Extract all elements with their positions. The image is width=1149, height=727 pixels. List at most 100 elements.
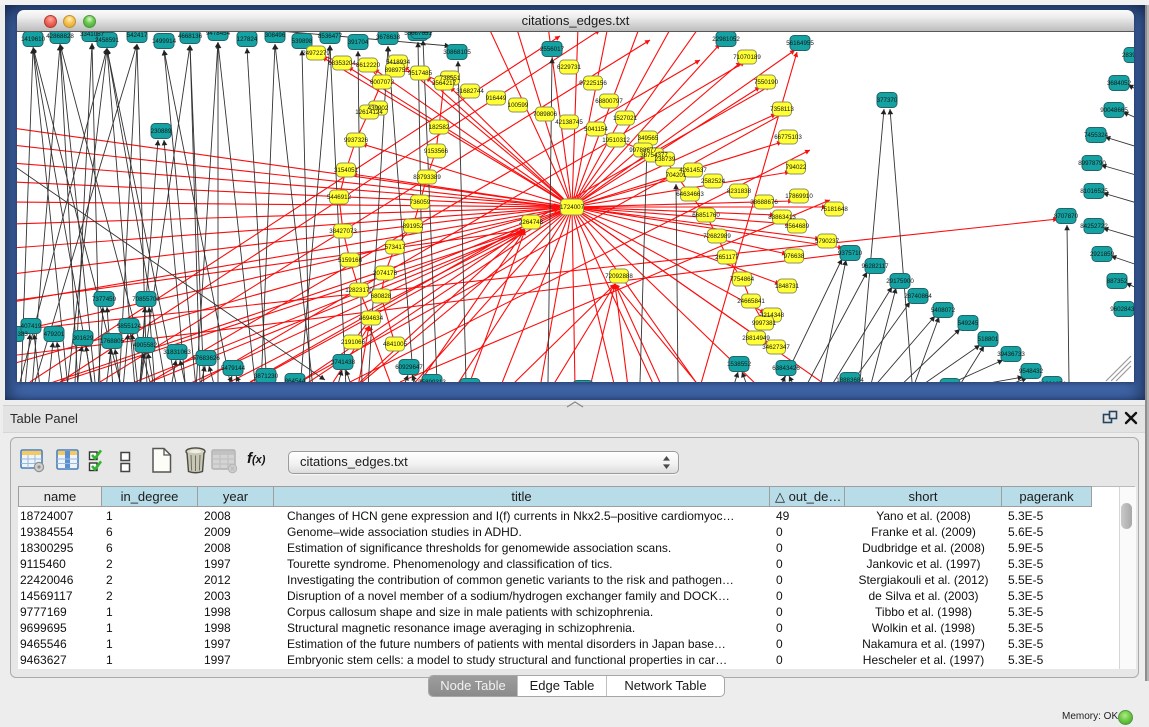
svg-text:84252722: 84252722 xyxy=(1080,223,1108,230)
svg-text:407419: 407419 xyxy=(21,323,42,330)
svg-text:539898: 539898 xyxy=(292,38,313,45)
svg-text:72092888: 72092888 xyxy=(605,273,633,280)
svg-text:887352: 887352 xyxy=(1107,278,1128,285)
svg-text:42138745: 42138745 xyxy=(555,119,583,126)
svg-text:573417: 573417 xyxy=(385,244,406,251)
svg-text:12614124: 12614124 xyxy=(355,109,383,116)
svg-text:549245: 549245 xyxy=(958,320,979,327)
svg-text:66851760: 66851760 xyxy=(692,212,720,219)
svg-text:238739: 238739 xyxy=(655,156,676,163)
svg-text:4694634: 4694634 xyxy=(359,315,384,322)
svg-text:230889: 230889 xyxy=(151,128,172,135)
svg-text:83793389: 83793389 xyxy=(413,174,441,181)
svg-text:5408072: 5408072 xyxy=(931,307,956,314)
svg-text:9937326: 9937326 xyxy=(344,137,369,144)
svg-text:68800797: 68800797 xyxy=(595,98,623,105)
svg-text:377370: 377370 xyxy=(877,97,898,104)
svg-text:64634663: 64634663 xyxy=(676,191,704,198)
svg-text:66775103: 66775103 xyxy=(774,134,802,141)
svg-text:3741438: 3741438 xyxy=(331,359,356,366)
svg-text:1419610: 1419610 xyxy=(21,36,46,43)
svg-text:680828: 680828 xyxy=(371,293,392,300)
svg-text:2839607: 2839607 xyxy=(1122,52,1134,59)
svg-text:736059: 736059 xyxy=(410,199,431,206)
svg-text:5418934: 5418934 xyxy=(386,59,411,66)
svg-text:3678638: 3678638 xyxy=(376,34,401,41)
svg-text:56164955: 56164955 xyxy=(786,40,814,47)
svg-text:794022: 794022 xyxy=(786,164,807,171)
svg-text:8707870: 8707870 xyxy=(1054,213,1079,220)
svg-text:68353204: 68353204 xyxy=(328,60,356,67)
svg-text:5041154: 5041154 xyxy=(584,126,608,133)
svg-text:29175900: 29175900 xyxy=(886,278,914,285)
svg-text:349565: 349565 xyxy=(638,135,659,142)
svg-text:3684052: 3684052 xyxy=(1107,80,1132,87)
svg-text:2564689: 2564689 xyxy=(785,223,810,230)
svg-text:542417: 542417 xyxy=(127,32,148,39)
svg-text:9997381: 9997381 xyxy=(752,320,777,327)
svg-text:30868105: 30868105 xyxy=(443,49,471,56)
svg-text:20576383: 20576383 xyxy=(17,331,28,338)
svg-text:22201654: 22201654 xyxy=(1038,381,1066,382)
svg-text:891952: 891952 xyxy=(403,223,424,230)
svg-text:6007072: 6007072 xyxy=(370,79,395,86)
svg-text:127824: 127824 xyxy=(237,36,258,43)
svg-text:70855700: 70855700 xyxy=(132,296,160,303)
svg-text:4214348: 4214348 xyxy=(760,312,785,319)
svg-text:18883684: 18883684 xyxy=(836,377,864,382)
svg-text:2074176: 2074176 xyxy=(373,270,398,277)
svg-text:24972279: 24972279 xyxy=(302,50,330,57)
svg-text:39436733: 39436733 xyxy=(997,351,1025,358)
svg-text:83863413: 83863413 xyxy=(768,214,796,221)
svg-text:2556017: 2556017 xyxy=(540,46,565,53)
svg-text:898975: 898975 xyxy=(385,67,406,74)
svg-text:8612220: 8612220 xyxy=(356,62,381,69)
svg-text:9517485: 9517485 xyxy=(408,70,433,77)
svg-text:1538552: 1538552 xyxy=(727,361,752,368)
svg-text:28740864: 28740864 xyxy=(904,293,932,300)
svg-text:42868828: 42868828 xyxy=(46,33,74,40)
svg-text:3871230: 3871230 xyxy=(254,373,279,380)
svg-text:97225156: 97225156 xyxy=(579,80,607,87)
svg-text:4668136: 4668136 xyxy=(178,33,203,40)
svg-text:7550190: 7550190 xyxy=(754,79,779,86)
svg-text:2458591: 2458591 xyxy=(95,37,120,44)
svg-text:5446912: 5446912 xyxy=(327,194,352,201)
svg-text:19510312: 19510312 xyxy=(602,137,630,144)
svg-text:75181648: 75181648 xyxy=(820,206,848,213)
svg-text:9375710: 9375710 xyxy=(838,250,863,257)
svg-text:63843426: 63843426 xyxy=(772,365,800,372)
svg-text:2651177: 2651177 xyxy=(715,254,739,261)
svg-text:7089806: 7089806 xyxy=(533,111,558,118)
svg-text:7455324: 7455324 xyxy=(1084,132,1109,139)
svg-text:31682744: 31682744 xyxy=(456,88,484,95)
svg-text:391704: 391704 xyxy=(348,39,369,46)
svg-text:3564217: 3564217 xyxy=(432,80,457,87)
svg-text:3154051: 3154051 xyxy=(334,167,359,174)
svg-text:8536477: 8536477 xyxy=(318,33,343,40)
svg-text:60929647: 60929647 xyxy=(395,364,423,371)
svg-text:6229731: 6229731 xyxy=(557,64,582,71)
svg-text:22981052: 22981052 xyxy=(712,36,740,43)
svg-text:96282117: 96282117 xyxy=(861,263,889,270)
svg-text:31831063: 31831063 xyxy=(163,349,191,356)
svg-text:57683626: 57683626 xyxy=(192,355,220,362)
svg-text:2191066: 2191066 xyxy=(341,339,366,346)
svg-text:42614537: 42614537 xyxy=(679,167,707,174)
svg-text:1768805: 1768805 xyxy=(100,338,125,345)
svg-text:479201: 479201 xyxy=(44,331,65,338)
svg-text:7377459: 7377459 xyxy=(92,296,117,303)
svg-text:7358113: 7358113 xyxy=(770,106,794,113)
svg-text:9478454: 9478454 xyxy=(206,31,231,37)
svg-text:864544: 864544 xyxy=(285,378,306,382)
svg-text:1527021: 1527021 xyxy=(613,115,638,122)
svg-text:2921859: 2921859 xyxy=(1090,251,1115,258)
svg-text:71070189: 71070189 xyxy=(733,54,761,61)
svg-text:2582524: 2582524 xyxy=(701,178,726,185)
svg-text:5855124: 5855124 xyxy=(117,323,142,330)
svg-text:916449: 916449 xyxy=(486,95,507,102)
svg-text:95899313: 95899313 xyxy=(418,379,446,382)
svg-text:1848731: 1848731 xyxy=(775,283,800,290)
svg-text:90048665: 90048665 xyxy=(1100,107,1128,114)
svg-text:9153566: 9153566 xyxy=(424,148,449,155)
